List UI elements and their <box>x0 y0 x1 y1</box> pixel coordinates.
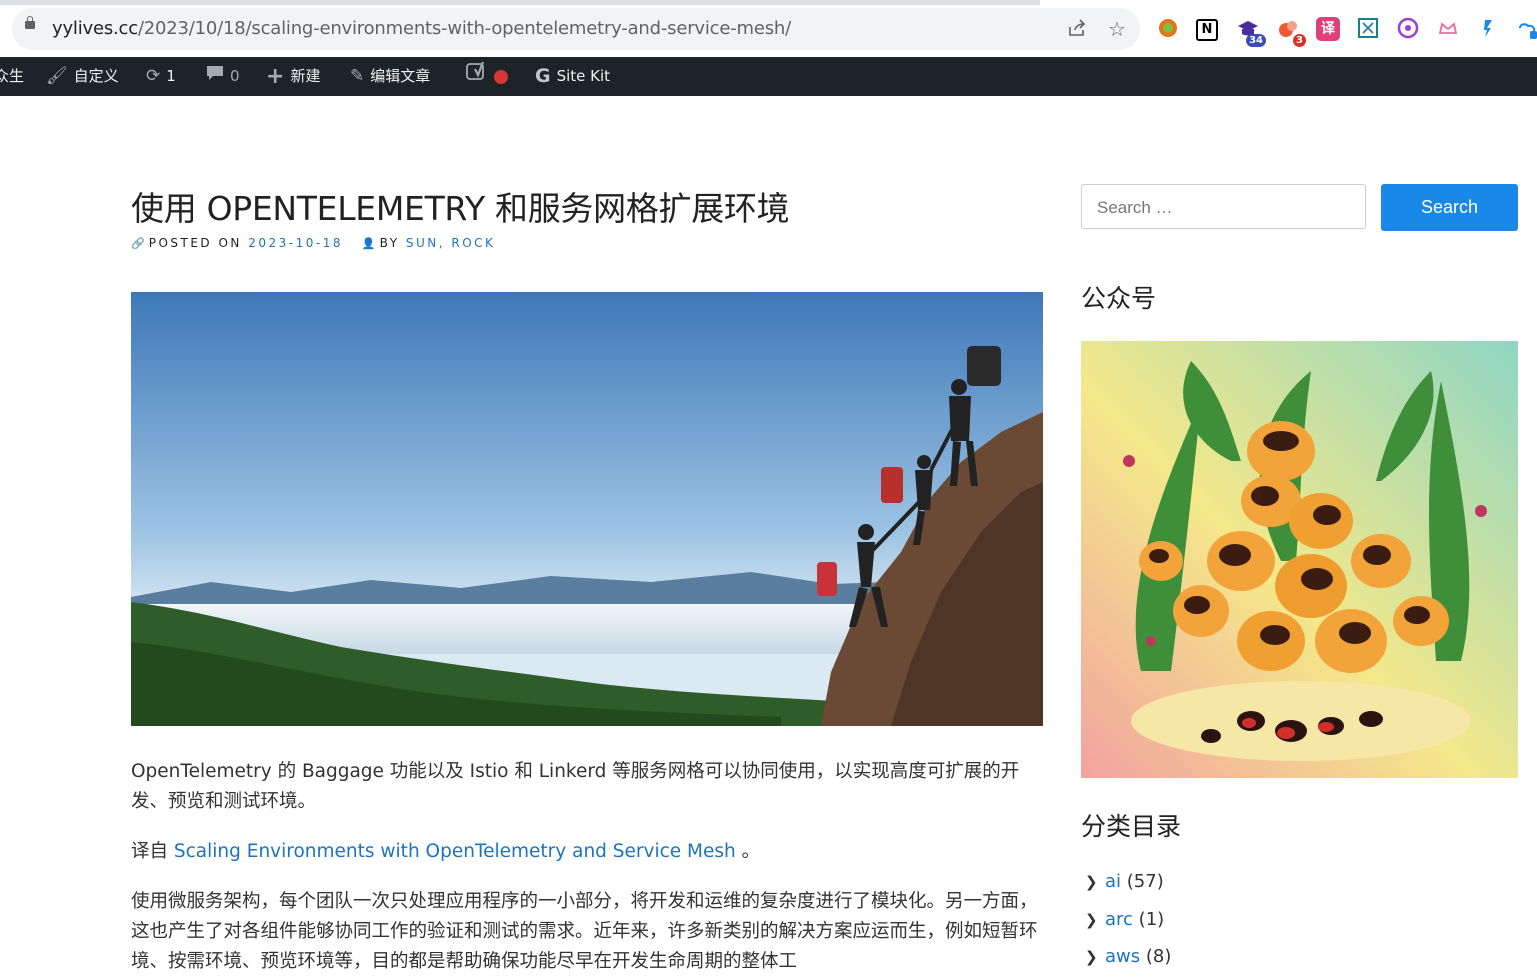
category-count: (1) <box>1138 909 1165 930</box>
star-icon[interactable]: ☆ <box>1106 18 1128 40</box>
chevron-right-icon: ❯ <box>1085 873 1098 891</box>
by-label: BY <box>379 236 400 250</box>
category-item: ❯ ai (57) <box>1085 871 1164 892</box>
admin-site-link[interactable]: 众生 <box>0 57 24 96</box>
chevron-right-icon: ❯ <box>1085 948 1098 966</box>
admin-comments-link[interactable]: 0 <box>206 57 240 96</box>
extension-badge: 3 <box>1293 34 1306 47</box>
extension-badge: 34 <box>1246 34 1266 47</box>
admin-sitekit-link[interactable]: G Site Kit <box>535 57 610 96</box>
link-icon: 🔗 <box>131 237 145 250</box>
url-host: yylives.cc <box>52 18 138 39</box>
category-count: (8) <box>1145 946 1172 967</box>
translated-suffix: 。 <box>735 841 761 862</box>
dictionary-extension-icon[interactable] <box>1356 17 1380 41</box>
category-count: (57) <box>1126 871 1164 892</box>
customize-label: 自定义 <box>73 67 119 85</box>
admin-updates-link[interactable]: ⟳ 1 <box>146 57 176 96</box>
seo-status-dot <box>494 69 508 84</box>
category-link-aws[interactable]: aws <box>1105 946 1140 967</box>
category-item: ❯ arc (1) <box>1085 909 1164 930</box>
cloud-extension-icon[interactable] <box>1516 17 1537 41</box>
url-path: /2023/10/18/scaling-environments-with-op… <box>137 18 791 39</box>
admin-site-label: 众生 <box>0 67 25 85</box>
brush-icon: 🖌 <box>46 66 68 86</box>
category-item: ❯ aws (8) <box>1085 946 1171 967</box>
graduation-cap-extension-icon[interactable]: 34 <box>1236 17 1266 47</box>
translated-from-paragraph: 译自 Scaling Environments with OpenTelemet… <box>131 837 1046 867</box>
blob-extension-icon[interactable]: 3 <box>1276 17 1306 47</box>
post-title: 使用 OPENTELEMETRY 和服务网格扩展环境 <box>131 189 790 228</box>
pencil-icon: ✎ <box>350 66 365 86</box>
intro-paragraph: OpenTelemetry 的 Baggage 功能以及 Istio 和 Lin… <box>131 761 1020 812</box>
featured-image <box>131 292 1043 726</box>
plus-icon: + <box>266 64 285 89</box>
yoast-icon <box>466 57 488 96</box>
updates-count: 1 <box>166 67 176 85</box>
lock-icon[interactable] <box>25 16 35 29</box>
admin-new-link[interactable]: + 新建 <box>266 57 320 96</box>
share-icon[interactable] <box>1066 18 1088 40</box>
post-meta: 🔗 POSTED ON 2023-10-18 👤 BY SUN, ROCK <box>131 236 495 250</box>
feather-extension-icon[interactable] <box>1476 17 1500 41</box>
user-icon: 👤 <box>361 237 376 250</box>
chrome-circle-extension-icon[interactable] <box>1156 17 1180 41</box>
translated-prefix: 译自 <box>131 841 174 862</box>
search-button[interactable]: Search <box>1381 184 1518 231</box>
google-g-icon: G <box>535 65 551 87</box>
tab-strip <box>0 0 1537 5</box>
sitekit-label: Site Kit <box>556 67 611 85</box>
translate-extension-icon[interactable]: 译 <box>1316 17 1340 41</box>
chevron-right-icon: ❯ <box>1085 911 1098 929</box>
categories-widget-title: 分类目录 <box>1081 812 1182 841</box>
crown-extension-icon[interactable] <box>1436 17 1460 41</box>
wechat-widget-title: 公众号 <box>1081 284 1157 313</box>
refresh-icon: ⟳ <box>146 66 161 86</box>
source-article-link[interactable]: Scaling Environments with OpenTelemetry … <box>174 841 736 862</box>
admin-customize-link[interactable]: 🖌 自定义 <box>46 57 119 96</box>
admin-yoast-link[interactable] <box>466 57 508 96</box>
comment-icon <box>206 57 224 96</box>
edit-label: 编辑文章 <box>370 67 431 85</box>
browser-toolbar: yylives.cc/2023/10/18/scaling-environmen… <box>0 0 1537 57</box>
admin-bar: 众生 🖌 自定义 ⟳ 1 0 + 新建 ✎ 编辑文章 G Site Kit <box>0 57 1537 96</box>
new-label: 新建 <box>290 67 321 85</box>
url-text[interactable]: yylives.cc/2023/10/18/scaling-environmen… <box>52 18 791 39</box>
wechat-image <box>1081 341 1518 778</box>
category-link-arc[interactable]: arc <box>1105 909 1133 930</box>
post-authors-link[interactable]: SUN, ROCK <box>406 236 496 250</box>
posted-on-label: POSTED ON <box>148 236 242 250</box>
purple-extension-icon[interactable] <box>1396 17 1420 41</box>
body-paragraph: 使用微服务架构，每个团队一次只处理应用程序的一小部分，将开发和运维的复杂度进行了… <box>131 891 1038 972</box>
post-date-link[interactable]: 2023-10-18 <box>248 236 343 250</box>
notion-extension-icon[interactable]: N <box>1196 19 1218 41</box>
search-input[interactable]: Search … <box>1081 184 1366 229</box>
admin-edit-link[interactable]: ✎ 编辑文章 <box>350 57 430 96</box>
comments-count: 0 <box>230 67 240 85</box>
category-link-ai[interactable]: ai <box>1105 871 1121 892</box>
